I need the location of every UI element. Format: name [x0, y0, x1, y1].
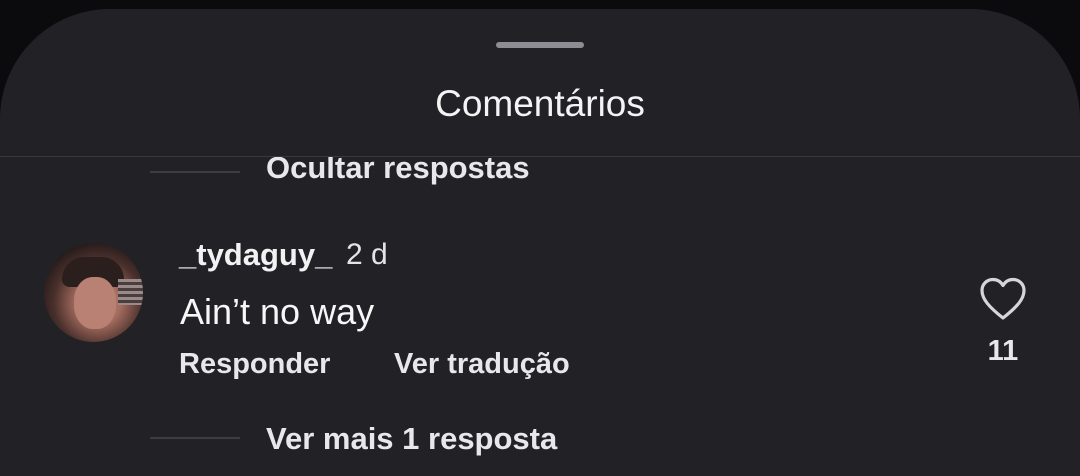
- avatar[interactable]: [44, 243, 143, 342]
- view-more-replies-button[interactable]: Ver mais 1 resposta: [266, 421, 557, 457]
- sheet-title: Comentários: [435, 83, 645, 124]
- comment-text: Ain’t no way: [180, 291, 375, 332]
- comments-sheet: Comentários Ocultar respostas _tydaguy_ …: [0, 9, 1080, 476]
- reply-button[interactable]: Responder: [179, 348, 330, 381]
- comment-time: 2 d: [346, 238, 388, 271]
- translate-button[interactable]: Ver tradução: [394, 348, 570, 381]
- comment-username[interactable]: _tydaguy_: [179, 237, 332, 273]
- thread-line: [150, 171, 240, 173]
- thread-line: [150, 437, 240, 439]
- drag-handle[interactable]: [496, 42, 584, 48]
- comments-list[interactable]: Ocultar respostas _tydaguy_ 2 d Ain’t no…: [0, 157, 1080, 476]
- like-count: 11: [987, 335, 1019, 367]
- heart-outline-icon[interactable]: [979, 277, 1027, 321]
- hide-replies-button[interactable]: Ocultar respostas: [266, 157, 530, 186]
